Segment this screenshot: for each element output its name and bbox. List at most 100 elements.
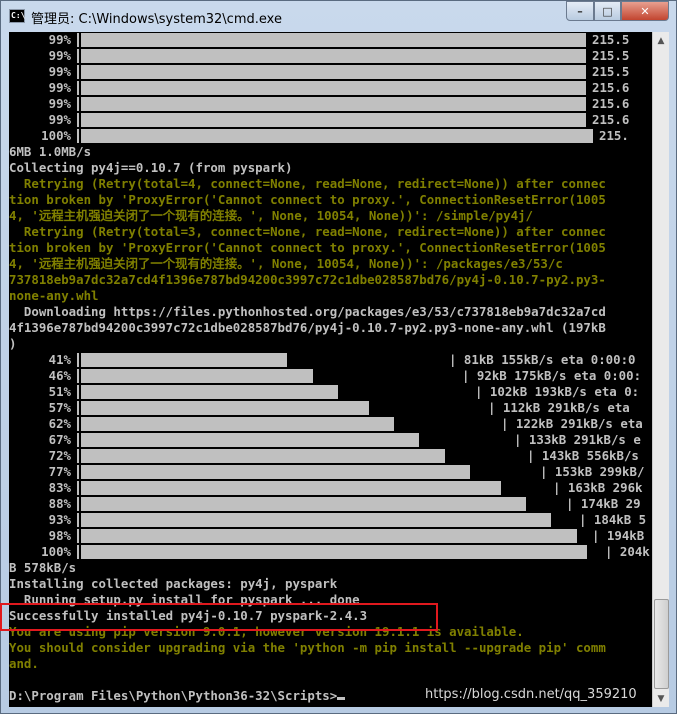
progress-percent: 100% — [41, 128, 71, 143]
progress-size: 215.6 — [592, 112, 630, 127]
progress-bar-edge — [77, 65, 79, 79]
progress-stats: | 81kB 155kB/s eta 0:00:0 — [449, 352, 636, 367]
progress-stats: | 143kB 556kB/s — [527, 448, 639, 463]
console-line: B 578kB/s — [9, 560, 77, 575]
progress-bar-fill — [81, 513, 551, 527]
console-line: You should consider upgrading via the 'p… — [9, 640, 606, 655]
progress-percent: 51% — [48, 384, 71, 399]
minimize-button[interactable]: – — [566, 1, 594, 21]
progress-percent: 62% — [48, 416, 71, 431]
vertical-scrollbar[interactable]: ▲ ▼ — [652, 32, 669, 707]
console-line: ) — [9, 336, 17, 351]
progress-percent: 72% — [48, 448, 71, 463]
progress-bar-fill — [81, 545, 587, 559]
console-line: Installing collected packages: py4j, pys… — [9, 576, 338, 591]
command-prompt[interactable]: D:\Program Files\Python\Python36-32\Scri… — [9, 688, 346, 704]
console-line: tion broken by 'ProxyError('Cannot conne… — [9, 240, 606, 255]
prompt-path: D:\Program Files\Python\Python36-32\Scri… — [9, 688, 338, 703]
progress-percent: 99% — [48, 96, 71, 111]
progress-bar-fill — [81, 65, 586, 79]
console-line: and. — [9, 656, 39, 671]
progress-bar-fill — [81, 529, 577, 543]
title-bar[interactable]: C:\ 管理员: C:\Windows\system32\cmd.exe – □… — [1, 1, 676, 33]
maximize-button[interactable]: □ — [594, 1, 621, 21]
progress-stats: | 184kB 5 — [579, 512, 647, 527]
progress-stats: | 133kB 291kB/s e — [514, 432, 641, 447]
progress-percent: 93% — [48, 512, 71, 527]
progress-percent: 99% — [48, 64, 71, 79]
scroll-up-arrow-icon[interactable]: ▲ — [653, 32, 669, 49]
progress-percent: 88% — [48, 496, 71, 511]
progress-bar-fill — [81, 401, 369, 415]
progress-stats: | 112kB 291kB/s eta — [488, 400, 630, 415]
progress-bar-edge — [77, 385, 79, 399]
progress-size: 215.5 — [592, 64, 630, 79]
progress-bar-edge — [77, 97, 79, 111]
progress-stats: | 153kB 299kB/ — [540, 464, 645, 479]
watermark-text: https://blog.csdn.net/qq_359210 — [425, 687, 637, 702]
progress-bar-fill — [81, 433, 419, 447]
progress-bar-edge — [77, 545, 79, 559]
progress-bar-edge — [77, 417, 79, 431]
progress-bar-fill — [81, 353, 287, 367]
progress-size: 215.5 — [592, 48, 630, 63]
progress-percent: 99% — [48, 112, 71, 127]
console-line: 4f1396e787bd94200c3997c72c1dbe028587bd76… — [9, 320, 606, 335]
window-title: 管理员: C:\Windows\system32\cmd.exe — [31, 12, 282, 27]
progress-bar-edge — [77, 529, 79, 543]
progress-bar-edge — [77, 481, 79, 495]
progress-size: 215.6 — [592, 96, 630, 111]
progress-bar-fill — [81, 81, 586, 95]
progress-bar-edge — [77, 49, 79, 63]
progress-percent: 67% — [48, 432, 71, 447]
progress-bar-edge — [77, 449, 79, 463]
progress-bar-fill — [81, 369, 313, 383]
progress-stats: | 194kB — [592, 528, 645, 543]
progress-percent: 41% — [48, 352, 71, 367]
progress-bar-edge — [77, 401, 79, 415]
console-line: Retrying (Retry(total=3, connect=None, r… — [9, 224, 606, 239]
progress-bar-edge — [77, 81, 79, 95]
progress-bar-edge — [77, 513, 79, 527]
progress-percent: 57% — [48, 400, 71, 415]
progress-percent: 99% — [48, 32, 71, 47]
progress-bar-edge — [77, 113, 79, 127]
text-cursor — [337, 697, 346, 700]
progress-bar-fill — [81, 129, 593, 143]
progress-bar-edge — [77, 33, 79, 47]
progress-bar-edge — [77, 433, 79, 447]
progress-size: 215. — [599, 128, 629, 143]
progress-bar-edge — [77, 497, 79, 511]
progress-stats: | 163kB 296k — [553, 480, 643, 495]
progress-bar-fill — [81, 97, 586, 111]
progress-stats: | 204k — [605, 544, 650, 559]
progress-percent: 99% — [48, 48, 71, 63]
cmd-window: C:\ 管理员: C:\Windows\system32\cmd.exe – □… — [0, 0, 677, 714]
console-line: Downloading https://files.pythonhosted.o… — [9, 304, 606, 319]
console-line: 4, '远程主机强迫关闭了一个现有的连接。', None, 10054, Non… — [9, 256, 563, 271]
progress-bar-fill — [81, 465, 470, 479]
progress-size: 215.6 — [592, 80, 630, 95]
progress-stats: | 122kB 291kB/s eta — [501, 416, 643, 431]
console-line: Retrying (Retry(total=4, connect=None, r… — [9, 176, 606, 191]
scroll-thumb[interactable] — [654, 599, 669, 689]
progress-bar-edge — [77, 369, 79, 383]
console-line: 6MB 1.0MB/s — [9, 144, 92, 159]
progress-bar-edge — [77, 353, 79, 367]
console-line: none-any.whl — [9, 288, 99, 303]
cmd-app-icon[interactable]: C:\ — [9, 9, 25, 23]
progress-stats: | 174kB 29 — [566, 496, 641, 511]
progress-percent: 46% — [48, 368, 71, 383]
close-button[interactable]: ✕ — [621, 1, 669, 21]
progress-bar-fill — [81, 481, 501, 495]
progress-bar-edge — [77, 465, 79, 479]
scroll-down-arrow-icon[interactable]: ▼ — [653, 690, 669, 707]
progress-percent: 100% — [41, 544, 71, 559]
progress-bar-fill — [81, 497, 526, 511]
progress-bar-fill — [81, 385, 338, 399]
progress-size: 215.5 — [592, 32, 630, 47]
progress-percent: 77% — [48, 464, 71, 479]
progress-bar-edge — [77, 129, 79, 143]
console-line: tion broken by 'ProxyError('Cannot conne… — [9, 192, 606, 207]
progress-percent: 98% — [48, 528, 71, 543]
